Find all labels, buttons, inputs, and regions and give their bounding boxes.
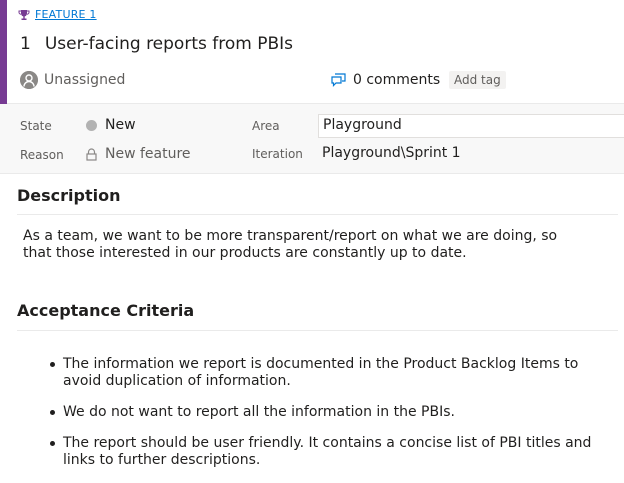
acceptance-criteria-list[interactable]: The information we report is documented … bbox=[47, 356, 607, 483]
bullet-icon bbox=[50, 410, 55, 415]
reason-field: New feature bbox=[86, 146, 191, 162]
bullet-icon bbox=[50, 441, 55, 446]
lock-icon bbox=[86, 147, 97, 161]
work-item-header: FEATURE 1 1 User-facing reports from PBI… bbox=[0, 0, 624, 104]
area-label: Area bbox=[252, 119, 280, 133]
comment-icon bbox=[331, 73, 346, 87]
state-dropdown[interactable]: New bbox=[86, 117, 136, 133]
iteration-value: Playground\Sprint 1 bbox=[322, 145, 461, 161]
state-value: New bbox=[105, 117, 136, 133]
work-item-type: FEATURE 1 bbox=[18, 8, 97, 21]
list-item: The report should be user friendly. It c… bbox=[47, 435, 607, 469]
description-divider bbox=[17, 214, 618, 215]
description-text[interactable]: As a team, we want to be more transparen… bbox=[23, 228, 583, 262]
description-heading: Description bbox=[17, 186, 121, 205]
comments-count: 0 comments bbox=[353, 72, 441, 88]
title-row: 1 User-facing reports from PBIs bbox=[20, 34, 293, 54]
reason-value: New feature bbox=[105, 146, 191, 162]
bullet-icon bbox=[50, 362, 55, 367]
fields-panel: State New Reason New feature Area Playgr… bbox=[0, 104, 624, 174]
acceptance-criteria-heading: Acceptance Criteria bbox=[17, 301, 195, 320]
work-item-type-link[interactable]: FEATURE 1 bbox=[35, 8, 97, 21]
avatar-icon bbox=[20, 71, 38, 89]
list-item-text: The report should be user friendly. It c… bbox=[63, 435, 592, 468]
list-item: The information we report is documented … bbox=[47, 356, 607, 390]
comments-link[interactable]: 0 comments bbox=[331, 72, 440, 88]
list-item-text: The information we report is documented … bbox=[63, 356, 579, 389]
add-tag-button[interactable]: Add tag bbox=[449, 71, 506, 89]
work-item-title[interactable]: User-facing reports from PBIs bbox=[45, 34, 293, 54]
work-item-id: 1 bbox=[20, 34, 31, 54]
assigned-to-label: Unassigned bbox=[44, 72, 126, 88]
iteration-label: Iteration bbox=[252, 147, 303, 161]
work-item-type-color-bar bbox=[0, 0, 7, 104]
list-item: We do not want to report all the informa… bbox=[47, 404, 607, 421]
list-item-text: We do not want to report all the informa… bbox=[63, 404, 455, 420]
reason-label: Reason bbox=[20, 148, 64, 162]
trophy-icon bbox=[18, 9, 30, 20]
state-label: State bbox=[20, 119, 52, 133]
assigned-to-control[interactable]: Unassigned bbox=[20, 71, 125, 89]
iteration-field[interactable]: Playground\Sprint 1 bbox=[322, 145, 461, 161]
acceptance-divider bbox=[17, 330, 618, 331]
area-field[interactable]: Playground bbox=[318, 114, 624, 138]
state-indicator-icon bbox=[86, 119, 97, 131]
